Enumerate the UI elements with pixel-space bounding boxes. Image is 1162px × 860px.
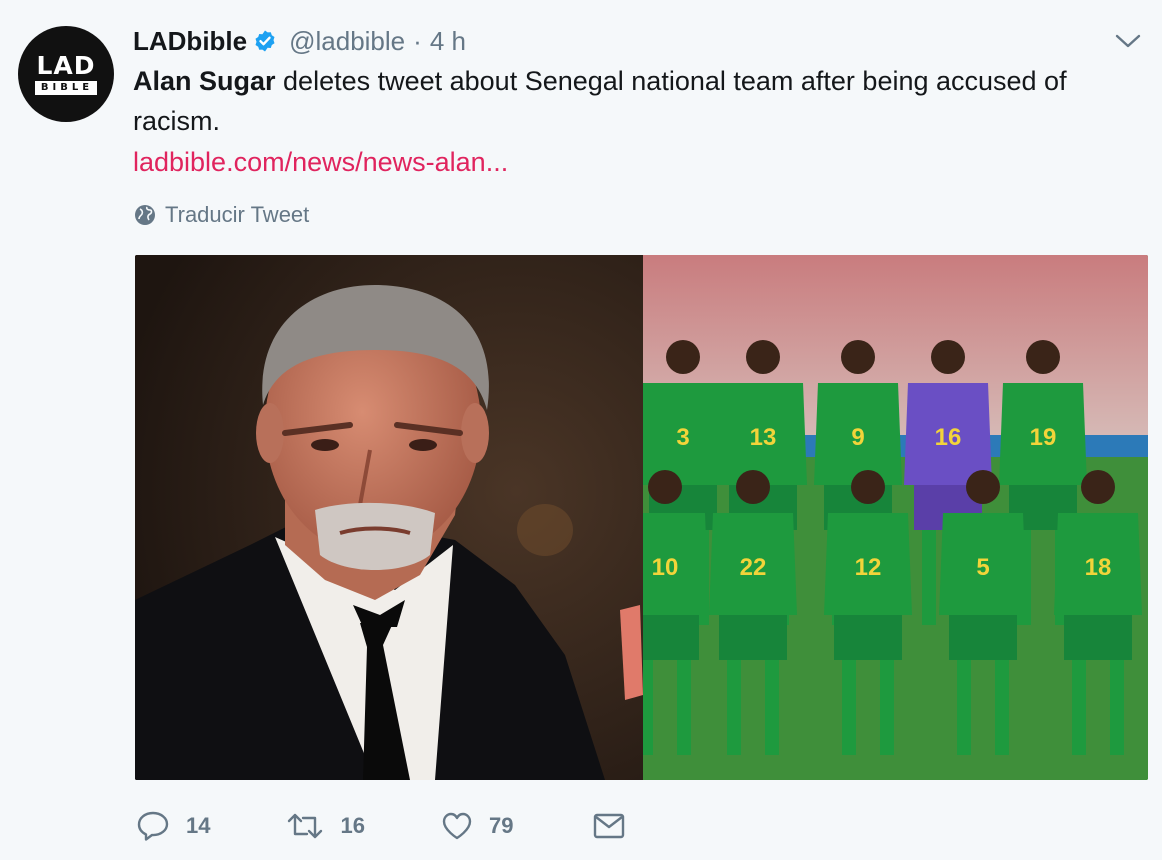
jersey-number: 10 [652, 554, 679, 581]
tweet-timestamp[interactable]: 4 h [430, 26, 466, 57]
jersey-number: 16 [935, 424, 962, 451]
translate-tweet-label: Traducir Tweet [165, 202, 310, 227]
translate-tweet-button[interactable]: Traducir Tweet [134, 200, 309, 230]
retweet-button[interactable]: 16 [286, 811, 365, 841]
tweet-actions: 14 16 79 [136, 808, 681, 844]
chevron-down-icon[interactable] [1114, 30, 1142, 52]
tweet-text-bold[interactable]: Alan Sugar [133, 66, 276, 96]
jersey-number: 3 [676, 424, 689, 451]
like-count: 79 [488, 813, 514, 838]
reply-button[interactable]: 14 [136, 810, 210, 842]
envelope-icon [594, 813, 625, 839]
tweet-media[interactable]: 3 13 9 16 19 10 22 12 5 18 [135, 255, 1148, 780]
jersey-number: 12 [855, 554, 882, 581]
jersey-number: 22 [740, 554, 767, 581]
globe-icon [135, 205, 155, 225]
reply-count: 14 [186, 813, 211, 838]
photo-senegal-team[interactable]: 3 13 9 16 19 10 22 12 5 18 [643, 255, 1148, 780]
tweet-link[interactable]: ladbible.com/news/news-alan... [133, 142, 508, 182]
jersey-number: 18 [1085, 554, 1112, 581]
direct-message-button[interactable] [593, 813, 641, 839]
like-button[interactable]: 79 [441, 811, 513, 841]
author-name[interactable]: LADbible [133, 26, 247, 57]
separator-dot: · [413, 25, 422, 56]
tweet-text: Alan Sugar deletes tweet about Senegal n… [133, 61, 1133, 141]
avatar-logo-bible: BIBLE [34, 80, 98, 95]
reply-icon [137, 811, 169, 841]
heart-icon [442, 812, 472, 840]
jersey-number: 19 [1030, 424, 1057, 451]
jersey-number: 9 [851, 424, 864, 451]
avatar[interactable]: LAD BIBLE [18, 26, 114, 122]
author-handle[interactable]: @ladbible [289, 26, 405, 57]
retweet-icon [288, 813, 323, 839]
jersey-number: 5 [976, 554, 989, 581]
verified-badge-icon [255, 30, 275, 52]
jersey-number: 13 [750, 424, 777, 451]
retweet-count: 16 [340, 813, 365, 838]
tweet-header: LADbible @ladbible · 4 h [133, 24, 466, 58]
photo-alan-sugar[interactable] [135, 255, 643, 780]
avatar-logo-lad: LAD [36, 50, 96, 80]
